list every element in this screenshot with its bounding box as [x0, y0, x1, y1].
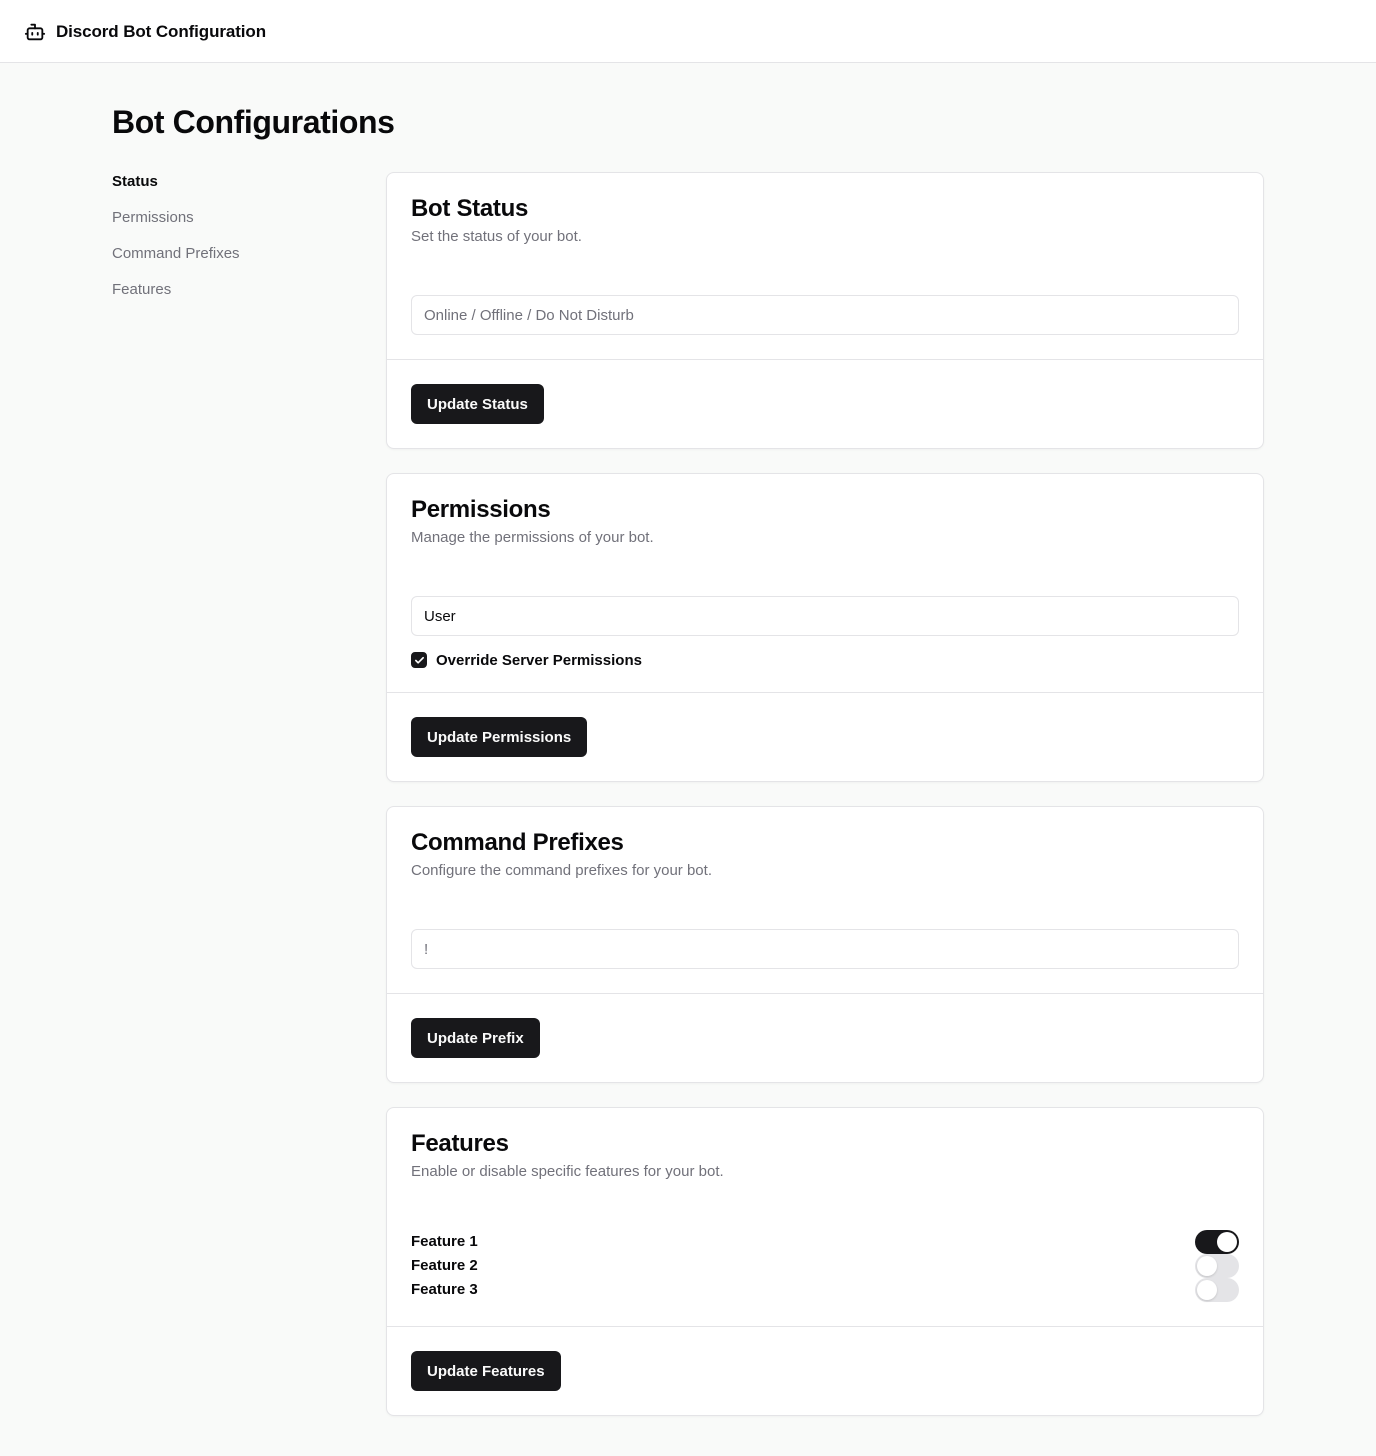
feature-3-label: Feature 3	[411, 1281, 478, 1298]
features-card: Features Enable or disable specific feat…	[386, 1107, 1264, 1416]
card-title: Bot Status	[411, 195, 529, 222]
override-permissions-checkbox[interactable]	[411, 652, 427, 668]
card-divider	[387, 1326, 1263, 1327]
permissions-card: Permissions Manage the permissions of yo…	[386, 473, 1264, 782]
update-prefix-button[interactable]: Update Prefix	[411, 1018, 540, 1058]
card-divider	[387, 692, 1263, 693]
update-status-button[interactable]: Update Status	[411, 384, 544, 424]
override-permissions-row: Override Server Permissions	[411, 650, 642, 670]
side-nav: Status Permissions Command Prefixes Feat…	[112, 170, 352, 314]
status-input[interactable]	[411, 295, 1239, 335]
bot-icon	[24, 21, 46, 43]
page-title: Bot Configurations	[112, 104, 395, 140]
prefix-input[interactable]	[411, 929, 1239, 969]
nav-item-command-prefixes[interactable]: Command Prefixes	[112, 242, 352, 278]
card-title: Permissions	[411, 496, 551, 523]
feature-2-label: Feature 2	[411, 1257, 478, 1274]
nav-item-permissions[interactable]: Permissions	[112, 206, 352, 242]
app-title: Discord Bot Configuration	[56, 22, 266, 41]
card-divider	[387, 359, 1263, 360]
card-description: Enable or disable specific features for …	[411, 1163, 724, 1180]
card-description: Set the status of your bot.	[411, 228, 582, 245]
override-permissions-label[interactable]: Override Server Permissions	[436, 652, 642, 669]
top-bar: Discord Bot Configuration	[0, 0, 1376, 63]
permissions-input[interactable]	[411, 596, 1239, 636]
feature-3-toggle[interactable]	[1195, 1278, 1239, 1302]
toggle-knob	[1197, 1256, 1217, 1276]
brand-link[interactable]: Discord Bot Configuration	[24, 20, 266, 44]
card-description: Configure the command prefixes for your …	[411, 862, 712, 879]
feature-1-toggle[interactable]	[1195, 1230, 1239, 1254]
card-title: Command Prefixes	[411, 829, 624, 856]
bot-status-card: Bot Status Set the status of your bot. U…	[386, 172, 1264, 449]
nav-item-features[interactable]: Features	[112, 278, 352, 314]
command-prefixes-card: Command Prefixes Configure the command p…	[386, 806, 1264, 1083]
feature-2-toggle[interactable]	[1195, 1254, 1239, 1278]
toggle-knob	[1197, 1280, 1217, 1300]
toggle-knob	[1217, 1232, 1237, 1252]
nav-item-status[interactable]: Status	[112, 170, 352, 206]
feature-1-label: Feature 1	[411, 1233, 478, 1250]
update-permissions-button[interactable]: Update Permissions	[411, 717, 588, 757]
update-features-button[interactable]: Update Features	[411, 1351, 561, 1391]
card-description: Manage the permissions of your bot.	[411, 529, 654, 546]
check-icon	[414, 656, 424, 664]
card-title: Features	[411, 1130, 509, 1157]
card-divider	[387, 993, 1263, 994]
